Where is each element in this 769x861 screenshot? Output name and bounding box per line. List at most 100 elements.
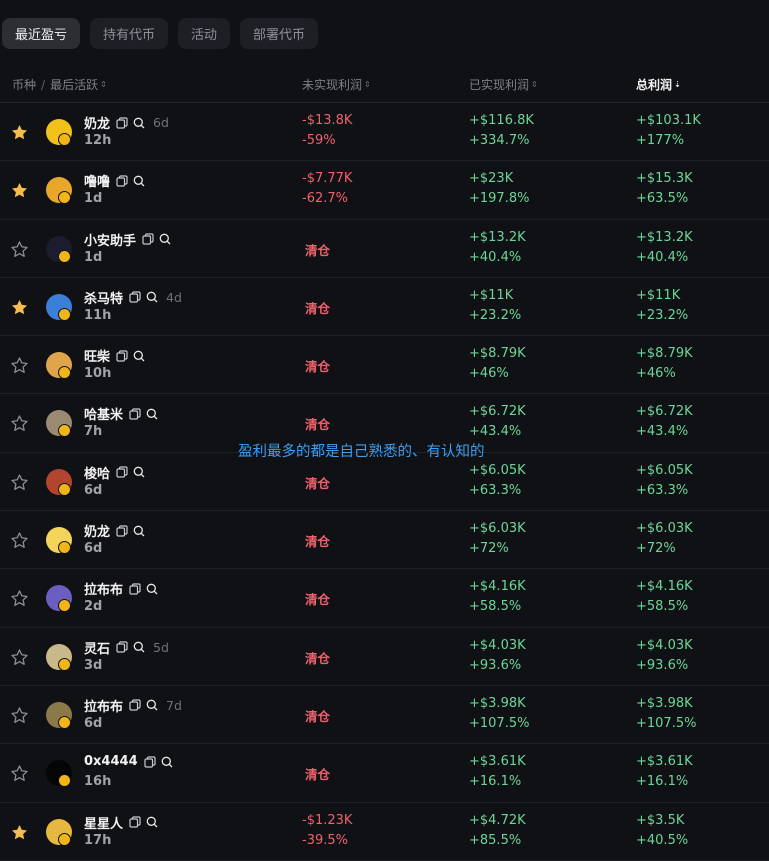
copy-icon[interactable] xyxy=(129,816,141,828)
star-outline-icon[interactable] xyxy=(10,589,29,608)
tab-1[interactable]: 持有代币 xyxy=(90,18,169,49)
search-icon[interactable] xyxy=(161,756,173,768)
tab-0[interactable]: 最近盈亏 xyxy=(2,18,81,49)
star-outline-icon[interactable] xyxy=(10,356,29,375)
star-outline-icon[interactable] xyxy=(10,648,29,667)
copy-icon[interactable] xyxy=(129,583,141,595)
copy-icon[interactable] xyxy=(116,175,128,187)
search-icon[interactable] xyxy=(146,583,158,595)
unrealized-value: -$13.8K xyxy=(302,113,353,128)
realized-pct: +197.8% xyxy=(469,191,530,207)
chain-badge-icon xyxy=(58,249,71,263)
table-row[interactable]: 拉布布 7d 6d 清仓 +$3.98K +107.5% +$3.98K +107.5% xyxy=(0,686,769,745)
header-last-active: 最后活跃 xyxy=(50,78,99,92)
copy-icon[interactable] xyxy=(116,350,128,362)
search-icon[interactable] xyxy=(133,525,145,537)
search-icon[interactable] xyxy=(146,816,158,828)
star-filled-icon[interactable] xyxy=(10,298,29,317)
header-total-label: 总利润 xyxy=(636,78,673,92)
sort-desc-icon: ⇣ xyxy=(674,80,681,89)
realized-value: +$3.98K xyxy=(469,695,526,711)
star-filled-icon[interactable] xyxy=(10,123,29,142)
copy-icon[interactable] xyxy=(116,524,128,537)
cleared-label: 清仓 xyxy=(305,242,331,258)
table-row[interactable]: 梭哈 6d 清仓 +$6.05K +63.3% +$6.05K +63.3% xyxy=(0,453,769,512)
total-pct: +43.4% xyxy=(636,424,689,440)
table-row[interactable]: 拉布布 2d 清仓 +$4.16K +58.5% +$4.16K +58.5% xyxy=(0,569,769,628)
token-name[interactable]: 拉布布 xyxy=(84,696,123,715)
table-row[interactable]: 旺柴 10h 清仓 +$8.79K +46% +$8.79K +46% xyxy=(0,336,769,395)
chain-badge-icon xyxy=(58,774,71,788)
token-name[interactable]: 旺柴 xyxy=(84,346,110,365)
sort-icon: ⇕ xyxy=(531,80,538,89)
chain-badge-icon xyxy=(58,599,71,613)
search-icon[interactable] xyxy=(146,291,158,303)
table-row[interactable]: 星星人 17h -$1.23K -39.5% +$4.72K +85.5% +$3.5K +… xyxy=(0,803,769,861)
search-icon[interactable] xyxy=(133,641,145,653)
token-name-line: 星星人 xyxy=(84,813,158,832)
star-outline-icon[interactable] xyxy=(10,414,29,433)
table-row[interactable]: 奶龙 6d 12h -$13.8K -59% +$116.8K +334.7% +$103… xyxy=(0,103,769,162)
chain-badge-icon xyxy=(58,191,71,205)
search-icon[interactable] xyxy=(146,408,158,420)
header-token-col[interactable]: 币种 / 最后活跃 ⇕ xyxy=(12,76,107,93)
total-pct: +23.2% xyxy=(636,307,689,323)
search-icon[interactable] xyxy=(133,117,145,129)
token-name[interactable]: 小安助手 xyxy=(84,230,136,249)
tab-3[interactable]: 部署代币 xyxy=(240,18,319,49)
token-name[interactable]: 0x4444 xyxy=(84,754,138,769)
copy-icon[interactable] xyxy=(116,466,128,478)
cleared-label: 清仓 xyxy=(305,534,331,550)
token-name[interactable]: 杀马特 xyxy=(84,288,123,307)
copy-icon[interactable] xyxy=(116,641,128,653)
header-unrealized[interactable]: 未实现利润 ⇕ xyxy=(302,76,371,93)
copy-icon[interactable] xyxy=(144,756,156,768)
search-icon[interactable] xyxy=(146,699,158,711)
copy-icon[interactable] xyxy=(142,233,154,245)
realized-value: +$4.16K xyxy=(469,579,526,595)
token-name[interactable]: 哈基米 xyxy=(84,404,123,423)
star-outline-icon[interactable] xyxy=(10,764,29,783)
copy-icon[interactable] xyxy=(129,408,141,420)
token-name[interactable]: 奶龙 xyxy=(84,521,110,540)
search-icon[interactable] xyxy=(159,233,171,245)
star-outline-icon[interactable] xyxy=(10,706,29,725)
token-age: 6d xyxy=(153,115,169,130)
table-row[interactable]: 杀马特 4d 11h 清仓 +$11K +23.2% +$11K +23.2% xyxy=(0,278,769,337)
search-icon[interactable] xyxy=(133,466,145,478)
copy-icon[interactable] xyxy=(129,699,141,712)
star-outline-icon[interactable] xyxy=(10,473,29,492)
table-row[interactable]: 噜噜 1d -$7.77K -62.7% +$23K +197.8% +$15.3K +63… xyxy=(0,161,769,220)
star-filled-icon[interactable] xyxy=(10,823,29,842)
copy-icon[interactable] xyxy=(116,116,128,129)
total-value: +$6.03K xyxy=(636,521,693,537)
table-row[interactable]: 小安助手 1d 清仓 +$13.2K +40.4% +$13.2K +40.4% xyxy=(0,220,769,278)
token-name[interactable]: 奶龙 xyxy=(84,113,110,132)
unrealized-value: -$7.77K xyxy=(302,171,353,187)
cleared-label: 清仓 xyxy=(305,708,331,724)
star-filled-icon[interactable] xyxy=(10,181,29,200)
realized-pct: +58.5% xyxy=(469,599,522,615)
realized-value: +$13.2K xyxy=(469,229,526,245)
header-total[interactable]: 总利润 ⇣ xyxy=(636,76,681,93)
token-name[interactable]: 梭哈 xyxy=(84,463,110,482)
table-row[interactable]: 灵石 5d 3d 清仓 +$4.03K +93.6% +$4.03K +93.6% xyxy=(0,628,769,686)
header-realized[interactable]: 已实现利润 ⇕ xyxy=(469,76,538,93)
total-pct: +177% xyxy=(636,133,685,148)
realized-pct: +16.1% xyxy=(469,774,522,790)
star-outline-icon[interactable] xyxy=(10,240,29,259)
search-icon[interactable] xyxy=(133,175,145,187)
token-name[interactable]: 星星人 xyxy=(84,813,123,832)
token-name[interactable]: 噜噜 xyxy=(84,171,110,190)
search-icon[interactable] xyxy=(133,350,145,362)
realized-value: +$4.03K xyxy=(469,637,526,653)
tab-2[interactable]: 活动 xyxy=(178,18,231,49)
token-name[interactable]: 拉布布 xyxy=(84,579,123,598)
table-row[interactable]: 0x4444 16h 清仓 +$3.61K +16.1% +$3.61K +16.1% xyxy=(0,744,769,803)
star-outline-icon[interactable] xyxy=(10,531,29,550)
copy-icon[interactable] xyxy=(129,291,141,303)
last-active: 7h xyxy=(84,424,103,440)
total-value: +$8.79K xyxy=(636,346,693,362)
table-row[interactable]: 奶龙 6d 清仓 +$6.03K +72% +$6.03K +72% xyxy=(0,511,769,570)
token-name[interactable]: 灵石 xyxy=(84,638,110,657)
